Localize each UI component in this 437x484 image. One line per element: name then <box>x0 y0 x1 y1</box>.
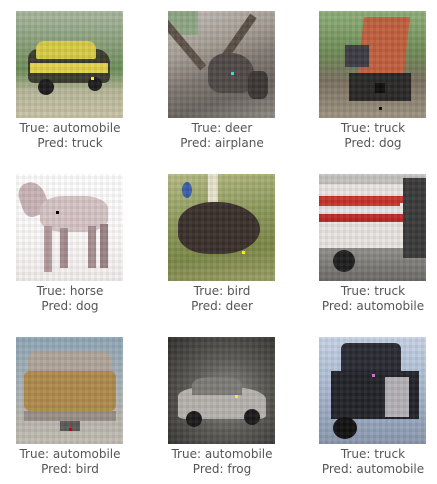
true-label: True: automobile <box>171 447 273 461</box>
caption: True: truck Pred: automobile <box>303 447 437 477</box>
caption: True: bird Pred: deer <box>152 284 292 314</box>
sample-card-4: True: horse Pred: dog <box>0 174 140 314</box>
sample-image-automobile-taxi <box>16 11 123 118</box>
true-label: True: truck <box>340 121 406 135</box>
sample-card-6: True: truck Pred: automobile <box>303 174 437 314</box>
pred-label: Pred: dog <box>41 299 99 313</box>
caption: True: truck Pred: automobile <box>303 284 437 314</box>
true-label: True: deer <box>191 121 253 135</box>
caption: True: deer Pred: airplane <box>152 121 292 151</box>
marker-dot <box>56 211 59 214</box>
marker-dot <box>235 395 238 398</box>
pred-label: Pred: automobile <box>321 462 425 476</box>
image-grid: True: automobile Pred: truck True: deer … <box>0 0 437 484</box>
true-label: True: truck <box>340 447 406 461</box>
marker-dot <box>69 428 72 431</box>
sample-image-deer <box>168 11 275 118</box>
sample-card-5: True: bird Pred: deer <box>152 174 292 314</box>
sample-image-horse <box>16 174 123 281</box>
pred-label: Pred: bird <box>41 462 99 476</box>
sample-image-truck-cab <box>319 174 426 281</box>
caption: True: automobile Pred: truck <box>0 121 140 151</box>
true-label: True: bird <box>193 284 251 298</box>
sample-image-automobile-grey <box>168 337 275 444</box>
marker-dot <box>372 374 375 377</box>
true-label: True: horse <box>36 284 104 298</box>
marker-dot <box>379 107 382 110</box>
pred-label: Pred: truck <box>37 136 103 150</box>
pred-label: Pred: dog <box>344 136 402 150</box>
true-label: True: automobile <box>19 121 121 135</box>
sample-image-truck-black <box>319 337 426 444</box>
marker-dot <box>242 251 245 254</box>
marker-dot <box>91 77 94 80</box>
sample-card-7: True: automobile Pred: bird <box>0 337 140 477</box>
pred-label: Pred: deer <box>191 299 253 313</box>
sample-card-2: True: deer Pred: airplane <box>152 11 292 151</box>
true-label: True: truck <box>340 284 406 298</box>
pred-label: Pred: automobile <box>321 299 425 313</box>
true-label: True: automobile <box>19 447 121 461</box>
caption: True: automobile Pred: frog <box>152 447 292 477</box>
sample-card-9: True: truck Pred: automobile <box>303 337 437 477</box>
sample-card-3: True: truck Pred: dog <box>303 11 437 151</box>
caption: True: truck Pred: dog <box>303 121 437 151</box>
sample-image-automobile-wagon <box>16 337 123 444</box>
sample-card-8: True: automobile Pred: frog <box>152 337 292 477</box>
sample-image-truck-red <box>319 11 426 118</box>
marker-dot <box>400 203 403 206</box>
caption: True: horse Pred: dog <box>0 284 140 314</box>
caption: True: automobile Pred: bird <box>0 447 140 477</box>
marker-dot <box>231 72 234 75</box>
sample-image-bird <box>168 174 275 281</box>
pred-label: Pred: frog <box>192 462 252 476</box>
pred-label: Pred: airplane <box>180 136 264 150</box>
sample-card-1: True: automobile Pred: truck <box>0 11 140 151</box>
